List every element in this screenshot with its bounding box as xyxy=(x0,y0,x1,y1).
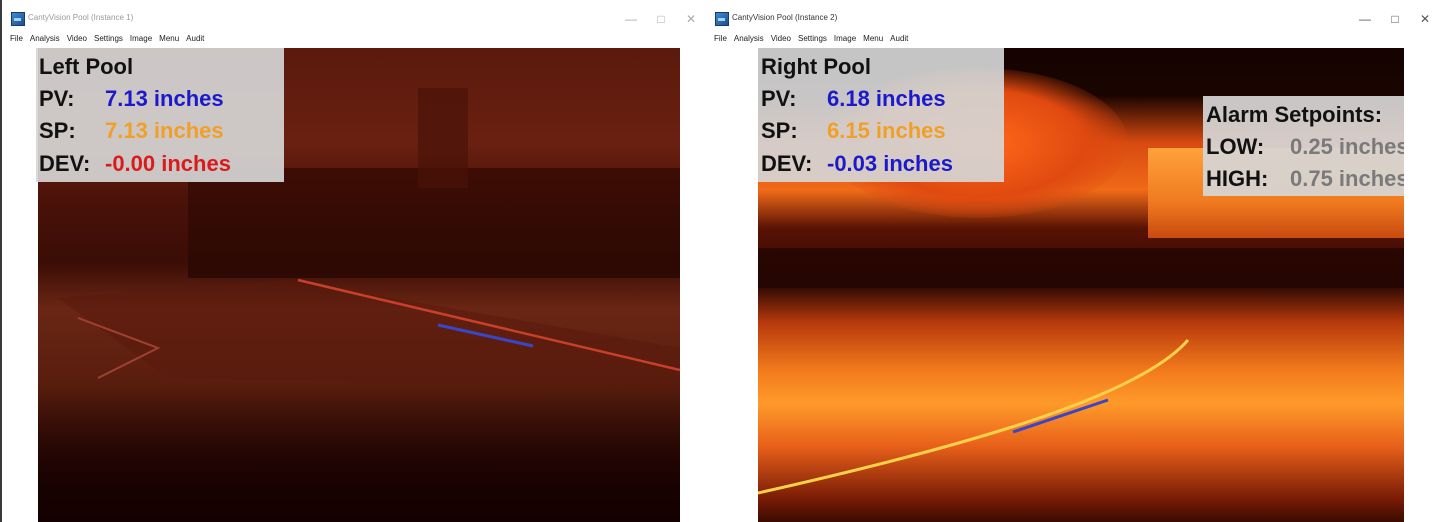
low-value: 0.25 inches xyxy=(1290,134,1404,159)
sp-label: SP: xyxy=(39,118,76,143)
right-title-bar[interactable]: CantyVision Pool (Instance 2) — □ ✕ xyxy=(706,10,1440,30)
right-window-title: CantyVision Pool (Instance 2) xyxy=(732,13,838,22)
left-window-title: CantyVision Pool (Instance 1) xyxy=(28,13,134,22)
menu-file[interactable]: File xyxy=(714,32,727,46)
close-button[interactable]: ✕ xyxy=(684,12,698,26)
sp-value: 6.15 inches xyxy=(827,118,946,143)
alarm-high-row: HIGH: 0.75 inches xyxy=(1206,166,1404,192)
pv-value: 6.18 inches xyxy=(827,86,946,111)
maximize-button[interactable]: □ xyxy=(1388,12,1402,26)
maximize-button[interactable]: □ xyxy=(654,12,668,26)
menu-menu[interactable]: Menu xyxy=(863,32,883,46)
dev-value: -0.03 inches xyxy=(827,151,953,176)
dev-label: DEV: xyxy=(39,151,91,176)
sp-label: SP: xyxy=(761,118,798,143)
menu-image[interactable]: Image xyxy=(130,32,152,46)
pv-value: 7.13 inches xyxy=(105,86,224,111)
alarm-low-row: LOW: 0.25 inches xyxy=(1206,134,1404,160)
right-pool-readout: Right Pool PV: 6.18 inches SP: 6.15 inch… xyxy=(758,48,1004,182)
right-pv-row: PV: 6.18 inches xyxy=(761,86,946,112)
pv-label: PV: xyxy=(761,86,797,111)
left-pool-title: Left Pool xyxy=(39,54,134,79)
menu-video[interactable]: Video xyxy=(67,32,87,46)
minimize-button[interactable]: — xyxy=(624,12,638,26)
menu-settings[interactable]: Settings xyxy=(798,32,827,46)
menu-analysis[interactable]: Analysis xyxy=(734,32,764,46)
close-button[interactable]: ✕ xyxy=(1418,12,1432,26)
right-sp-row: SP: 6.15 inches xyxy=(761,118,946,144)
menu-image[interactable]: Image xyxy=(834,32,856,46)
cantyvision-app-icon xyxy=(11,12,25,26)
menu-audit[interactable]: Audit xyxy=(890,32,908,46)
high-label: HIGH: xyxy=(1206,166,1269,191)
low-label: LOW: xyxy=(1206,134,1265,159)
menu-audit[interactable]: Audit xyxy=(186,32,204,46)
minimize-button[interactable]: — xyxy=(1358,12,1372,26)
left-dev-row: DEV: -0.00 inches xyxy=(39,151,231,177)
right-water-line xyxy=(758,339,1190,495)
menu-settings[interactable]: Settings xyxy=(94,32,123,46)
left-sp-row: SP: 7.13 inches xyxy=(39,118,224,144)
left-pv-row: PV: 7.13 inches xyxy=(39,86,224,112)
dev-label: DEV: xyxy=(761,151,813,176)
cantyvision-app-icon xyxy=(715,12,729,26)
menu-file[interactable]: File xyxy=(10,32,23,46)
right-level-marker xyxy=(1012,398,1109,434)
high-value: 0.75 inches xyxy=(1290,166,1404,191)
left-title-bar[interactable]: CantyVision Pool (Instance 1) — □ ✕ xyxy=(2,10,706,30)
left-pool-readout: Left Pool PV: 7.13 inches SP: 7.13 inche… xyxy=(36,48,284,182)
dev-value: -0.00 inches xyxy=(105,151,231,176)
menu-analysis[interactable]: Analysis xyxy=(30,32,60,46)
menu-menu[interactable]: Menu xyxy=(159,32,179,46)
right-dev-row: DEV: -0.03 inches xyxy=(761,151,953,177)
right-menu-bar: File Analysis Video Settings Image Menu … xyxy=(714,32,908,46)
alarm-title: Alarm Setpoints: xyxy=(1206,102,1383,127)
pv-label: PV: xyxy=(39,86,75,111)
menu-video[interactable]: Video xyxy=(771,32,791,46)
sp-value: 7.13 inches xyxy=(105,118,224,143)
alarm-setpoints-box: Alarm Setpoints: LOW: 0.25 inches HIGH: … xyxy=(1203,96,1404,196)
right-pool-title: Right Pool xyxy=(761,54,871,79)
left-menu-bar: File Analysis Video Settings Image Menu … xyxy=(10,32,204,46)
